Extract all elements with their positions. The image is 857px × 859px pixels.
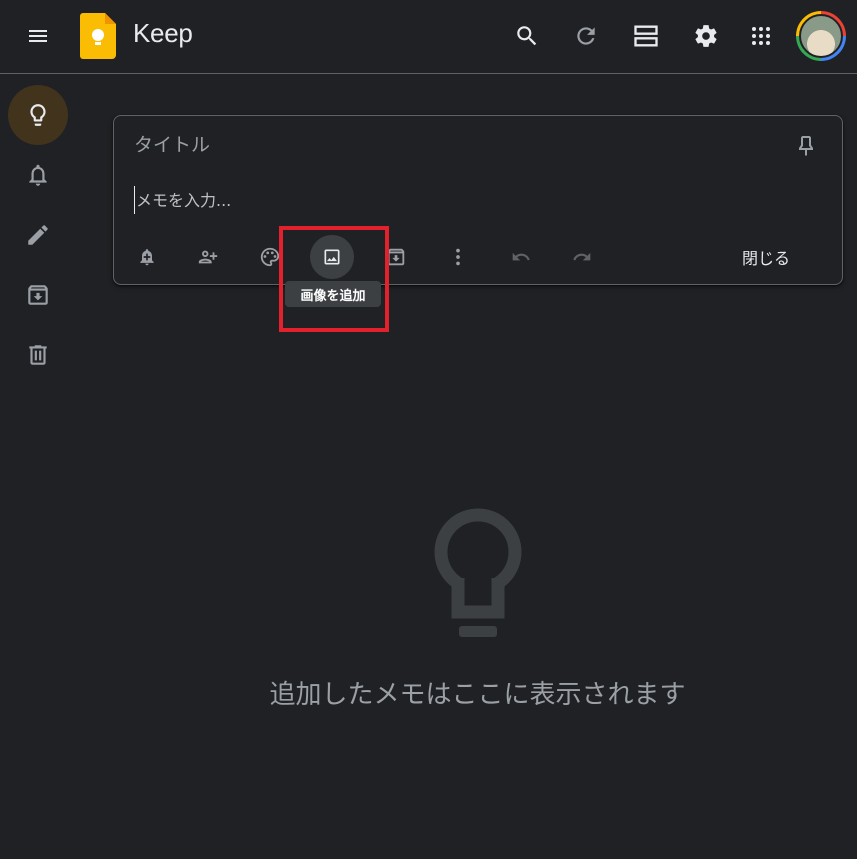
refresh-icon: [577, 27, 595, 45]
sidebar-item-trash[interactable]: [8, 325, 68, 385]
background-options-button[interactable]: [248, 235, 292, 279]
image-icon: [324, 249, 340, 265]
reminder-icon: [140, 249, 154, 266]
search-button[interactable]: [503, 12, 551, 60]
trash-icon: [29, 345, 47, 365]
refresh-button[interactable]: [562, 12, 610, 60]
add-image-tooltip: 画像を追加: [285, 281, 381, 307]
archive-icon: [387, 248, 405, 266]
note-title-input[interactable]: [134, 130, 774, 160]
list-view-button[interactable]: [622, 12, 670, 60]
pin-icon: [799, 136, 813, 156]
redo-icon: [573, 252, 591, 261]
more-options-button[interactable]: [436, 235, 480, 279]
keep-logo-icon[interactable]: [80, 13, 116, 59]
close-editor-button[interactable]: 閉じる: [724, 239, 808, 275]
pencil-icon: [28, 225, 48, 245]
sidebar-item-reminders[interactable]: [8, 145, 68, 205]
sidebar-item-archive[interactable]: [8, 265, 68, 325]
list-view-icon: [634, 25, 658, 47]
empty-state-message: 追加したメモはここに表示されます: [269, 680, 686, 710]
apps-grid-icon: [752, 27, 770, 45]
empty-lightbulb-icon: [434, 508, 522, 637]
remind-me-button[interactable]: [125, 235, 169, 279]
account-avatar-button[interactable]: [796, 11, 846, 61]
palette-icon: [260, 247, 280, 267]
redo-button[interactable]: [560, 235, 604, 279]
settings-icon: [695, 25, 717, 47]
note-editor-card: 閉じる: [113, 115, 843, 285]
sidebar-item-notes[interactable]: [8, 85, 68, 145]
menu-icon: [29, 30, 47, 42]
google-apps-button[interactable]: [737, 12, 785, 60]
more-icon: [456, 248, 460, 266]
undo-icon: [512, 252, 530, 261]
collaborator-icon: [198, 250, 218, 264]
pin-note-button[interactable]: [784, 124, 828, 168]
main-menu-button[interactable]: [14, 12, 62, 60]
note-body-input[interactable]: [134, 186, 814, 214]
lightbulb-icon: [30, 104, 46, 126]
search-icon: [517, 26, 537, 46]
collaborator-button[interactable]: [186, 235, 230, 279]
archive-note-button[interactable]: [374, 235, 418, 279]
bell-icon: [29, 164, 47, 186]
sidebar-item-edit-labels[interactable]: [8, 205, 68, 265]
avatar: [799, 14, 843, 58]
archive-icon: [28, 285, 48, 305]
settings-button[interactable]: [682, 12, 730, 60]
add-image-button[interactable]: [310, 235, 354, 279]
app-title[interactable]: Keep: [133, 18, 193, 49]
top-header: Keep: [0, 0, 857, 74]
undo-button[interactable]: [499, 235, 543, 279]
